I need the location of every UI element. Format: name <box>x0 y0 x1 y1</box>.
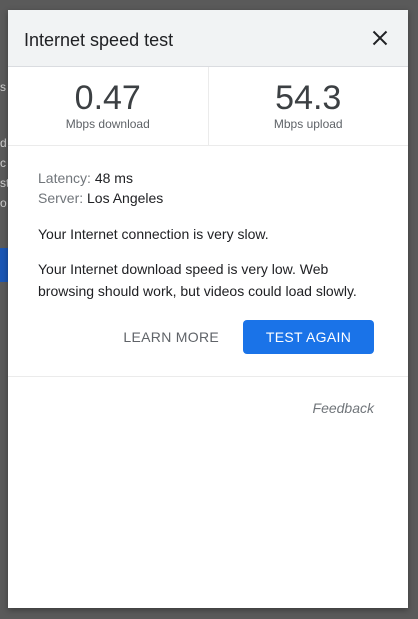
latency-row: Latency: 48 ms <box>38 168 374 188</box>
dialog-title: Internet speed test <box>24 30 174 50</box>
close-button[interactable] <box>366 24 394 52</box>
speed-test-dialog: Internet speed test 0.47 Mbps download 5… <box>8 10 408 608</box>
server-row: Server: Los Angeles <box>38 188 374 208</box>
result-details: Latency: 48 ms Server: Los Angeles Your … <box>8 146 408 354</box>
latency-value: 48 ms <box>94 170 133 186</box>
download-result: 0.47 Mbps download <box>8 67 208 145</box>
speed-results: 0.47 Mbps download 54.3 Mbps upload <box>8 67 408 146</box>
upload-value: 54.3 <box>275 79 342 117</box>
close-icon <box>372 30 388 46</box>
server-value: Los Angeles <box>87 190 164 206</box>
latency-label: Latency: <box>38 170 91 186</box>
server-label: Server: <box>38 190 84 206</box>
learn-more-button[interactable]: LEARN MORE <box>123 329 219 345</box>
action-row: LEARN MORE TEST AGAIN <box>38 320 374 354</box>
background-text: o <box>0 196 7 210</box>
test-again-button[interactable]: TEST AGAIN <box>243 320 374 354</box>
upload-unit: Mbps upload <box>273 117 343 131</box>
background-text: d <box>0 136 7 150</box>
feedback-link[interactable]: Feedback <box>8 377 408 416</box>
upload-result: 54.3 Mbps upload <box>207 67 409 145</box>
dialog-header: Internet speed test <box>8 10 408 67</box>
download-value: 0.47 <box>74 79 141 117</box>
background-text: s <box>0 80 6 94</box>
download-unit: Mbps download <box>65 117 150 131</box>
background-button <box>0 248 8 282</box>
background-text: c <box>0 156 6 170</box>
summary-message: Your Internet connection is very slow. <box>38 226 269 242</box>
detail-message: Your Internet download speed is very low… <box>38 261 357 299</box>
